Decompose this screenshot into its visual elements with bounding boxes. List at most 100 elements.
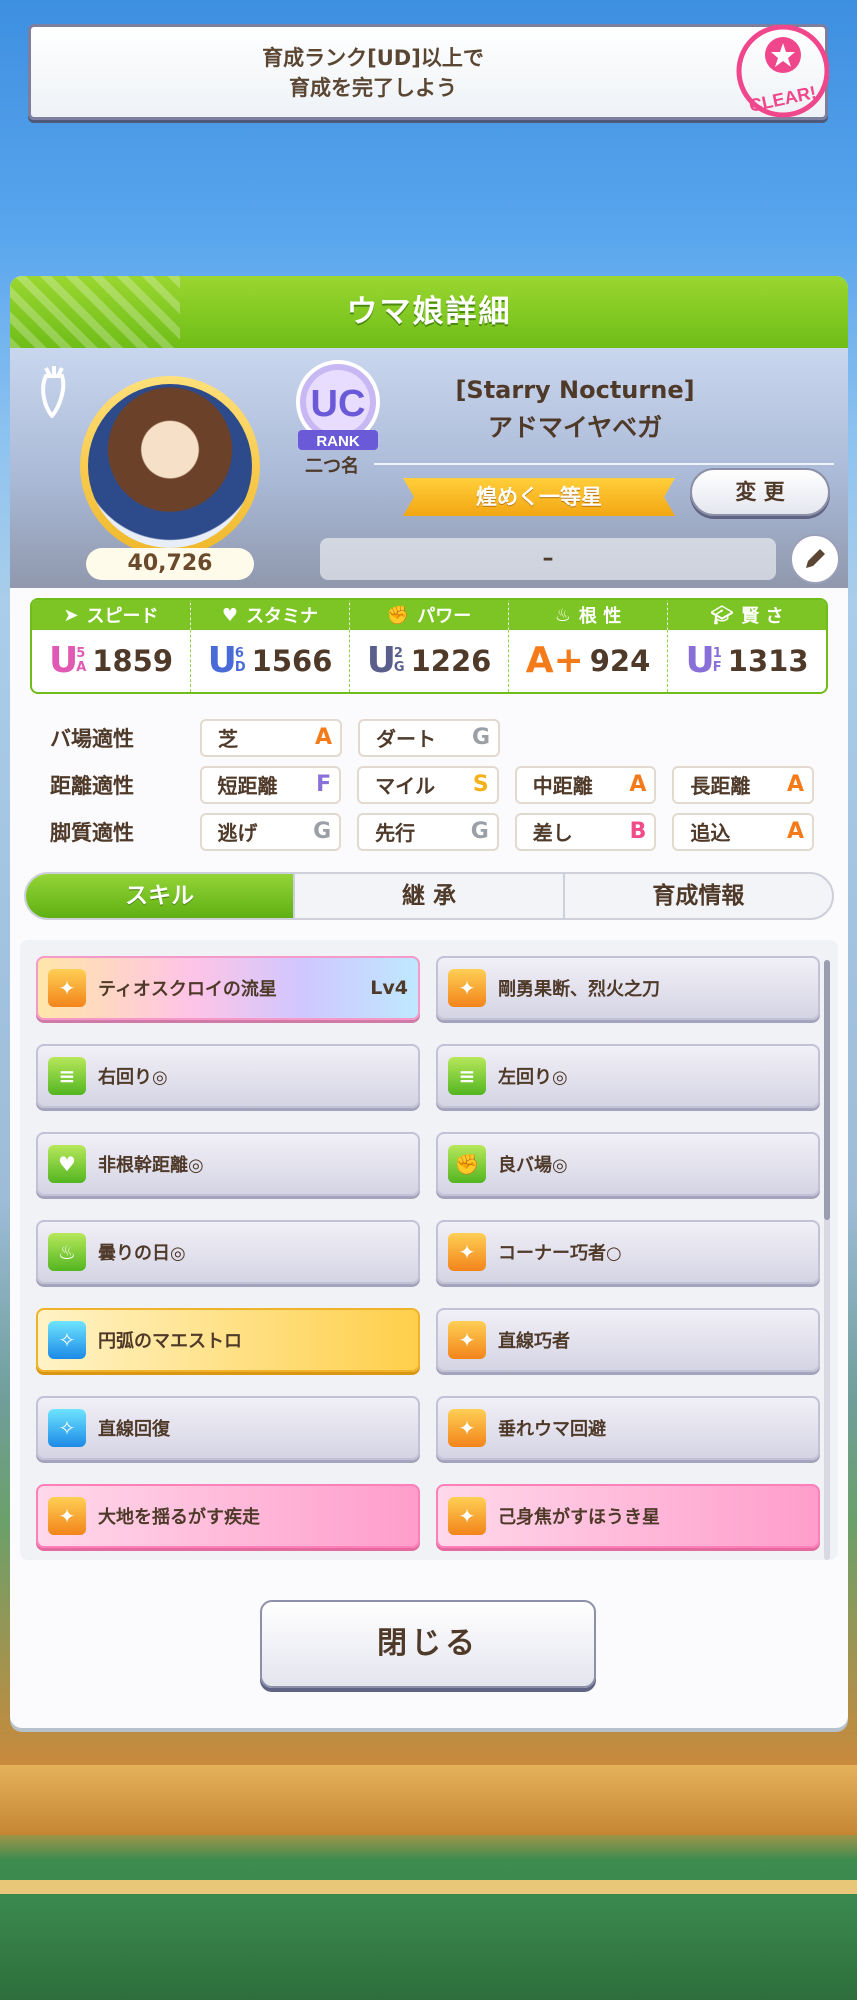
skill-item[interactable]: ✊ 良バ場◎	[436, 1132, 820, 1196]
stat-body: A+ 924	[509, 630, 667, 692]
aptitude-row-style: 脚質適性 逃げ G 先行 G 差し B 追込 A	[50, 808, 830, 855]
skill-passive-icon: ≡	[48, 1057, 86, 1095]
shoe-icon: ➤	[63, 604, 79, 626]
skill-name: 左回り◎	[498, 1067, 568, 1088]
aptitude-row-distance: 距離適性 短距離 F マイル S 中距離 A 長距離 A	[50, 761, 830, 808]
rank-badge-icon: UC RANK	[290, 358, 386, 458]
tab-inheritance[interactable]: 継 承	[295, 874, 565, 918]
aptitude-turf: 芝A	[200, 718, 342, 757]
aptitude-table: バ場適性 芝A ダート G 距離適性 短距離 F マイル S 中距離 A 長距離 A 脚質…	[50, 714, 830, 855]
skill-item[interactable]: ♥ 非根幹距離◎	[36, 1132, 420, 1196]
banner-line-1: 育成ランク[UD]以上で	[262, 46, 484, 70]
stat-header: ➤ スピード	[32, 600, 190, 630]
flame-icon: ♨	[554, 604, 571, 626]
aptitude-dirt: ダート G	[358, 718, 500, 757]
skill-speed-icon: ✦	[448, 969, 486, 1007]
arm-icon: ✊	[386, 604, 410, 626]
evaluation-score: 40,726	[86, 548, 254, 580]
background-rail	[0, 1765, 857, 1835]
skill-item[interactable]: ✦ 剛勇果断、烈火之刀	[436, 956, 820, 1020]
stat-label: スピード	[86, 606, 159, 627]
stat-grade: U1F	[685, 640, 722, 681]
stat-grade: A+	[525, 640, 584, 681]
pencil-icon	[806, 549, 825, 568]
skill-item[interactable]: ≡ 左回り◎	[436, 1044, 820, 1108]
profile-section: 40,726 UC RANK 二つ名 [Starry Nocturne] アドマ…	[10, 348, 848, 588]
skill-item[interactable]: ≡ 右回り◎	[36, 1044, 420, 1108]
skill-name: 円弧のマエストロ	[98, 1331, 242, 1352]
skill-name: 良バ場◎	[498, 1155, 568, 1176]
character-portrait[interactable]	[80, 376, 260, 556]
stat-label: 根 性	[578, 606, 622, 627]
stat-value: 1313	[727, 644, 809, 678]
aptitude-medium: 中距離 A	[514, 765, 657, 804]
skill-item[interactable]: ✦ 己身焦がすほうき星	[436, 1484, 820, 1548]
skill-name: 直線巧者	[498, 1331, 570, 1352]
character-image	[88, 384, 252, 548]
background-grass	[0, 1895, 857, 2000]
edit-memo-button[interactable]	[790, 534, 840, 584]
skill-speed-icon: ✦	[48, 969, 86, 1007]
skill-level: Lv4	[370, 977, 408, 999]
stat-label: 賢 さ	[741, 606, 784, 627]
stat-body: U1F 1313	[668, 630, 826, 692]
close-button[interactable]: 閉じる	[260, 1600, 596, 1688]
skill-scrollbar[interactable]	[824, 960, 830, 1560]
stat-label: スタミナ	[246, 606, 319, 627]
aptitude-label: バ場適性	[50, 726, 134, 751]
aptitude-mile: マイル S	[357, 765, 499, 804]
skill-item[interactable]: ♨ 曇りの日◎	[36, 1220, 420, 1284]
clear-badge-text: CLEAR!	[747, 82, 818, 116]
aptitude-runner: 逃げ G	[199, 812, 342, 851]
aptitude-row-track: バ場適性 芝A ダート G	[50, 714, 830, 761]
skill-name: ティオスクロイの流星	[98, 979, 277, 1000]
aptitude-leader: 先行 G	[357, 812, 499, 851]
background-rail-stripe	[0, 1880, 857, 1894]
skill-speed-icon: ✦	[448, 1233, 486, 1271]
stat-value: 1859	[92, 644, 173, 678]
aptitude-betweener: 差し B	[514, 812, 657, 851]
detail-tabs: スキル 継 承 育成情報	[24, 872, 834, 920]
skill-item[interactable]: ✧ 円弧のマエストロ	[36, 1308, 420, 1372]
skill-name: コーナー巧者○	[498, 1243, 622, 1264]
memo-field: –	[320, 538, 776, 580]
character-name: アドマイヤベガ	[487, 413, 663, 442]
skill-list: ✦ ティオスクロイの流星 Lv4 ✦ 剛勇果断、烈火之刀 ≡ 右回り◎ ≡ 左回…	[20, 940, 838, 1560]
stats-table: ➤ スピード U5A 1859 ♥ スタミナ U6D 1566 ✊ パワー U2G 1…	[30, 598, 828, 694]
tab-skills[interactable]: スキル	[26, 874, 296, 918]
skill-item[interactable]: ✦ コーナー巧者○	[436, 1220, 820, 1284]
skill-name: 曇りの日◎	[98, 1243, 186, 1264]
nickname-label: 二つ名	[305, 456, 359, 477]
skill-item[interactable]: ✦ 直線巧者	[436, 1308, 820, 1372]
skill-name: 垂れウマ回避	[498, 1419, 606, 1440]
skill-item[interactable]: ✦ 大地を揺るがす疾走	[36, 1484, 420, 1548]
skill-name: 大地を揺るがす疾走	[98, 1507, 260, 1528]
skill-item[interactable]: ✧ 直線回復	[36, 1396, 420, 1460]
stat-value: 1226	[410, 644, 492, 678]
outfit-name: [Starry Nocturne]	[455, 376, 695, 404]
carrot-icon	[36, 366, 72, 420]
change-nickname-button[interactable]: 変 更	[690, 468, 830, 516]
aptitude-chaser: 追込 A	[672, 812, 814, 851]
rank-letters: UC	[311, 383, 366, 425]
tab-training-info[interactable]: 育成情報	[565, 874, 832, 918]
aptitude-label: 距離適性	[50, 773, 134, 798]
skill-name: 右回り◎	[98, 1067, 168, 1088]
stat-body: U5A 1859	[32, 630, 190, 692]
skill-power-icon: ✊	[448, 1145, 486, 1183]
banner-line-2: 育成を完了しよう	[289, 76, 457, 100]
skill-speed-icon: ✦	[448, 1321, 486, 1359]
skill-item[interactable]: ✦ 垂れウマ回避	[436, 1396, 820, 1460]
panel-title: ウマ娘詳細	[10, 276, 848, 348]
scrollbar-thumb[interactable]	[824, 960, 830, 1220]
aptitude-sprint: 短距離 F	[199, 765, 342, 804]
stat-grade: U2G	[366, 640, 405, 681]
skill-passive-icon: ≡	[448, 1057, 486, 1095]
banner-text: 育成ランク[UD]以上で 育成を完了しよう	[31, 43, 715, 103]
profile-divider	[374, 463, 834, 465]
detail-panel: ウマ娘詳細 40,726 UC RANK 二つ名 [Starry Nocturn…	[10, 276, 848, 1728]
skill-speed-icon: ✦	[448, 1497, 486, 1535]
skill-name: 剛勇果断、烈火之刀	[498, 979, 660, 1000]
aptitude-long: 長距離 A	[672, 765, 814, 804]
skill-item[interactable]: ✦ ティオスクロイの流星 Lv4	[36, 956, 420, 1020]
